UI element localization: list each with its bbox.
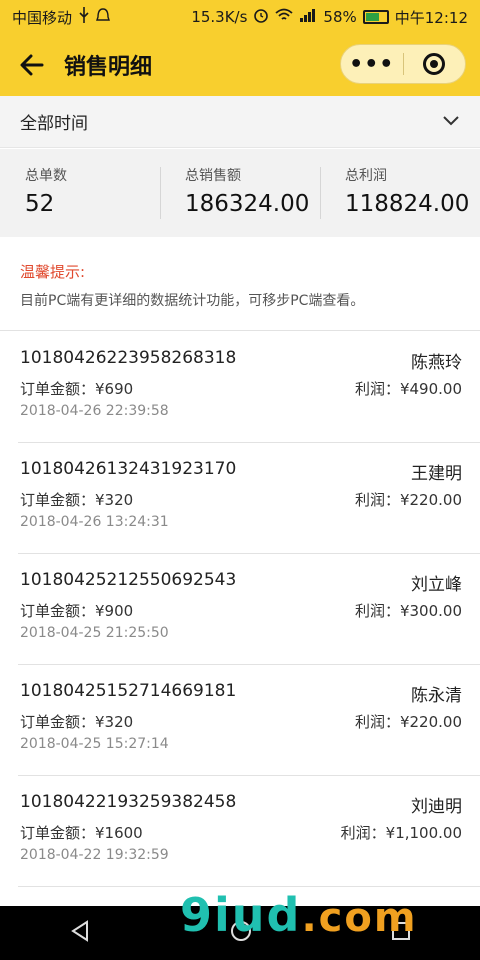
nav-bar: 销售明细 ••• [0, 34, 480, 96]
notification-icon [96, 7, 110, 27]
watermark-brand: 9iud [180, 888, 302, 942]
order-amount: 订单金额：¥690 [20, 380, 134, 398]
back-arrow-icon[interactable] [14, 47, 50, 83]
summary-stats: 总单数 52 总销售额 186324.00 总利润 118824.00 [0, 149, 480, 237]
signal-icon [299, 8, 317, 26]
stat-sales-value: 186324.00 [185, 191, 310, 217]
list-item[interactable]: 10180422193259382458 刘迪明 订单金额：¥1600 利润：¥… [18, 776, 480, 887]
customer-name: 陈燕玲 [411, 353, 462, 373]
order-time: 2018-04-25 21:25:50 [20, 625, 169, 641]
back-triangle-icon[interactable] [69, 920, 91, 946]
list-item[interactable]: 10180426132431923170 王建明 订单金额：¥320 利润：¥2… [18, 443, 480, 554]
status-bar: 中国移动 15.3K/s 58% 中午12:12 [0, 0, 480, 34]
notice-box: 温馨提示: 目前PC端有更详细的数据统计功能，可移步PC端查看。 [0, 237, 480, 331]
time-filter-label: 全部时间 [20, 114, 88, 134]
mini-program-capsule: ••• [340, 44, 466, 84]
notice-text: 目前PC端有更详细的数据统计功能，可移步PC端查看。 [20, 293, 365, 309]
order-amount: 订单金额：¥1600 [20, 824, 143, 842]
stat-profit-value: 118824.00 [345, 191, 470, 217]
order-profit: 利润：¥220.00 [354, 713, 462, 731]
notice-title: 温馨提示: [20, 263, 86, 281]
wifi-icon [275, 8, 294, 26]
order-time: 2018-04-25 15:27:14 [20, 736, 169, 752]
order-profit: 利润：¥300.00 [354, 602, 462, 620]
order-number: 10180425212550692543 [20, 570, 237, 590]
customer-name: 刘迪明 [411, 797, 462, 817]
order-profit: 利润：¥1,100.00 [340, 824, 462, 842]
order-number: 10180426132431923170 [20, 459, 237, 479]
order-number: 10180422193259382458 [20, 792, 237, 812]
clock: 中午12:12 [394, 8, 468, 27]
stat-profit-label: 总利润 [345, 168, 387, 184]
stat-orders: 总单数 52 [0, 149, 160, 237]
stat-orders-value: 52 [25, 191, 55, 217]
battery-percent: 58% [323, 8, 357, 26]
usb-icon [78, 7, 90, 27]
stat-sales-label: 总销售额 [185, 168, 241, 184]
customer-name: 王建明 [411, 464, 462, 484]
customer-name: 陈永清 [411, 686, 462, 706]
order-profit: 利润：¥490.00 [354, 380, 462, 398]
order-amount: 订单金额：¥320 [20, 713, 134, 731]
order-profit: 利润：¥220.00 [354, 491, 462, 509]
alarm-icon [253, 7, 269, 27]
order-amount: 订单金额：¥320 [20, 491, 134, 509]
customer-name: 刘立峰 [411, 575, 462, 595]
close-target-icon [423, 53, 446, 75]
list-item[interactable]: 10180425212550692543 刘立峰 订单金额：¥900 利润：¥3… [18, 554, 480, 665]
chevron-down-icon [442, 112, 460, 132]
close-button[interactable] [404, 45, 466, 83]
network-speed: 15.3K/s [191, 8, 248, 26]
order-amount: 订单金额：¥900 [20, 602, 134, 620]
battery-icon [362, 10, 389, 24]
carrier-label: 中国移动 [12, 8, 73, 27]
order-time: 2018-04-26 13:24:31 [20, 514, 169, 530]
site-watermark: 9iud.com [180, 888, 418, 942]
order-time: 2018-04-22 19:32:59 [20, 847, 169, 863]
order-number: 10180426223958268318 [20, 348, 237, 368]
orders-list: 10180426223958268318 陈燕玲 订单金额：¥690 利润：¥4… [0, 332, 480, 887]
stat-profit: 总利润 118824.00 [320, 149, 480, 237]
list-item[interactable]: 10180426223958268318 陈燕玲 订单金额：¥690 利润：¥4… [18, 332, 480, 443]
more-button[interactable]: ••• [341, 45, 403, 83]
order-number: 10180425152714669181 [20, 681, 237, 701]
watermark-domain: .com [301, 895, 418, 941]
time-filter-dropdown[interactable]: 全部时间 [0, 96, 480, 148]
stat-orders-label: 总单数 [25, 168, 67, 184]
more-dots-icon: ••• [349, 51, 395, 77]
page-title: 销售明细 [64, 55, 153, 80]
order-time: 2018-04-26 22:39:58 [20, 403, 169, 419]
stat-sales: 总销售额 186324.00 [160, 149, 320, 237]
list-item[interactable]: 10180425152714669181 陈永清 订单金额：¥320 利润：¥2… [18, 665, 480, 776]
